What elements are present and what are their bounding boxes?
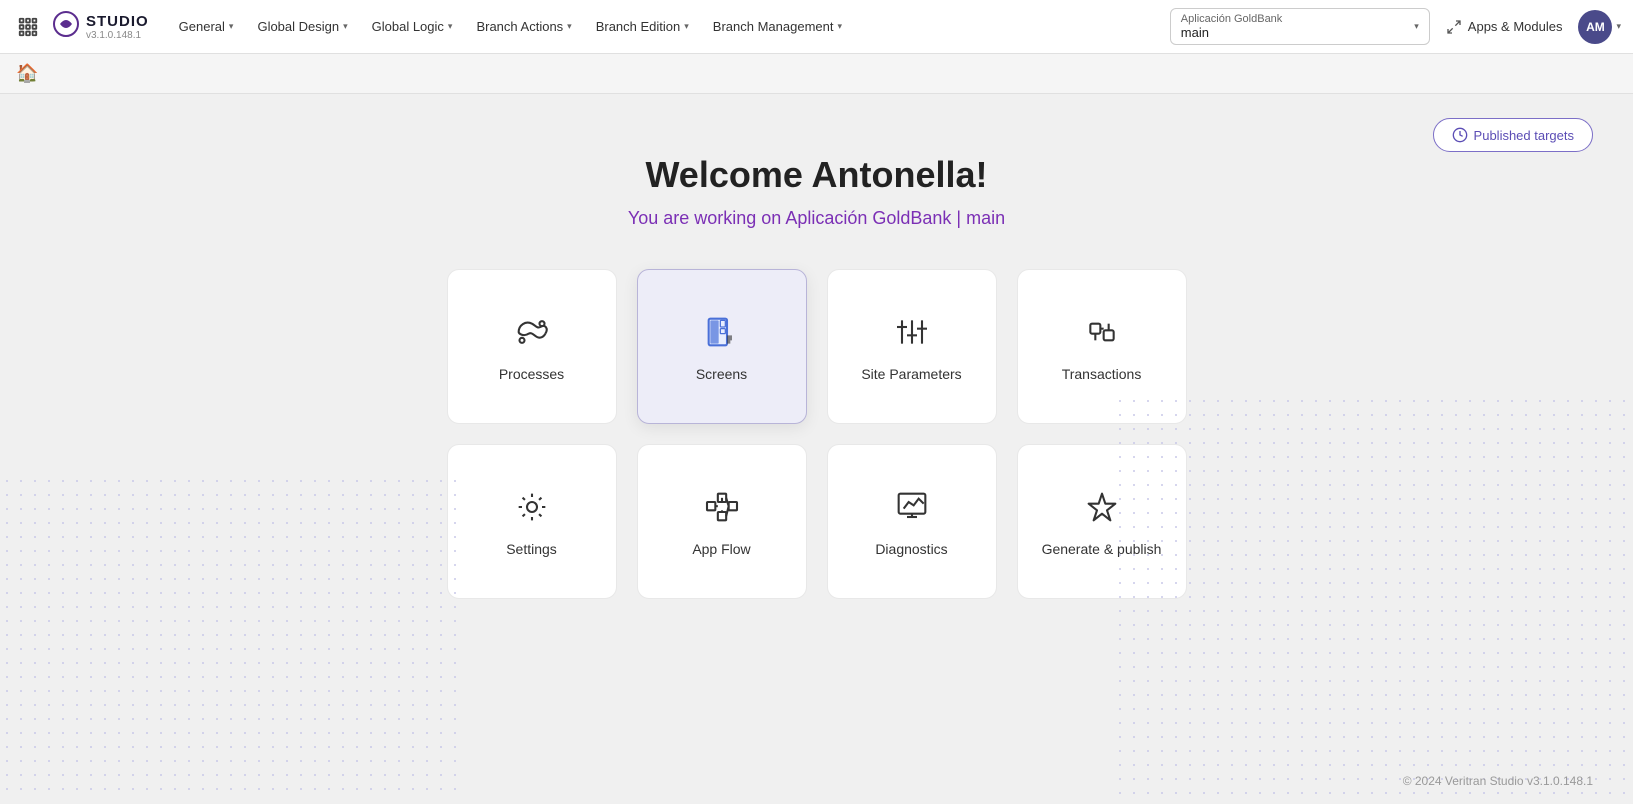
brand-version: v3.1.0.148.1 <box>86 30 149 41</box>
card-processes[interactable]: Processes <box>447 269 617 424</box>
nav-branch-management[interactable]: Branch Management ▾ <box>703 13 852 40</box>
site-parameters-icon <box>892 312 932 352</box>
chevron-down-icon: ▾ <box>837 21 842 32</box>
home-icon[interactable]: 🏠 <box>16 63 38 84</box>
navbar: STUDIO v3.1.0.148.1 General ▾ Global Des… <box>0 0 1633 54</box>
card-settings-label: Settings <box>506 541 557 557</box>
apps-modules-button[interactable]: Apps & Modules <box>1434 13 1575 41</box>
card-app-flow[interactable]: App Flow <box>637 444 807 599</box>
transactions-icon <box>1082 312 1122 352</box>
chevron-down-icon: ▾ <box>567 21 572 32</box>
nav-global-logic[interactable]: Global Logic ▾ <box>362 13 463 40</box>
brand-text: STUDIO v3.1.0.148.1 <box>86 13 149 41</box>
subbar: 🏠 <box>0 54 1633 94</box>
footer: © 2024 Veritran Studio v3.1.0.148.1 <box>1403 774 1593 788</box>
card-settings[interactable]: Settings <box>447 444 617 599</box>
dot-pattern-left <box>0 474 460 794</box>
nav-general[interactable]: General ▾ <box>169 13 244 40</box>
published-targets-button[interactable]: Published targets <box>1433 118 1593 152</box>
footer-text: © 2024 Veritran Studio v3.1.0.148.1 <box>1403 774 1593 788</box>
welcome-title: Welcome Antonella! <box>0 154 1633 196</box>
chevron-down-icon: ▾ <box>343 21 348 32</box>
app-flow-icon <box>702 487 742 527</box>
chevron-down-icon: ▾ <box>1414 21 1419 32</box>
card-site-parameters[interactable]: Site Parameters <box>827 269 997 424</box>
nav-global-design[interactable]: Global Design ▾ <box>247 13 357 40</box>
app-branch: main <box>1181 25 1408 40</box>
card-transactions-label: Transactions <box>1062 366 1142 382</box>
card-screens[interactable]: Screens <box>637 269 807 424</box>
welcome-subtitle: You are working on Aplicación GoldBank |… <box>0 208 1633 229</box>
chevron-down-icon: ▾ <box>448 21 453 32</box>
processes-icon <box>512 312 552 352</box>
screens-icon <box>702 312 742 352</box>
card-processes-label: Processes <box>499 366 564 382</box>
apps-modules-label: Apps & Modules <box>1468 19 1563 34</box>
chevron-down-icon: ▾ <box>684 21 689 32</box>
brand-logo <box>52 10 80 43</box>
card-diagnostics[interactable]: Diagnostics <box>827 444 997 599</box>
grid-menu-icon[interactable] <box>12 11 44 43</box>
card-app-flow-label: App Flow <box>692 541 750 557</box>
brand: STUDIO v3.1.0.148.1 <box>52 10 149 43</box>
card-screens-label: Screens <box>696 366 747 382</box>
published-targets-label: Published targets <box>1474 128 1574 143</box>
app-selector[interactable]: Aplicación GoldBank main ▾ <box>1170 8 1430 45</box>
card-diagnostics-label: Diagnostics <box>875 541 947 557</box>
welcome-section: Welcome Antonella! You are working on Ap… <box>0 94 1633 229</box>
brand-name: STUDIO <box>86 13 149 30</box>
card-site-parameters-label: Site Parameters <box>861 366 961 382</box>
main-content: Published targets Welcome Antonella! You… <box>0 94 1633 804</box>
user-menu-chevron[interactable]: ▾ <box>1616 21 1621 32</box>
user-avatar[interactable]: AM <box>1578 10 1612 44</box>
nav-branch-edition[interactable]: Branch Edition ▾ <box>586 13 699 40</box>
dot-pattern-right <box>1113 394 1633 804</box>
chevron-down-icon: ▾ <box>229 21 234 32</box>
settings-icon <box>512 487 552 527</box>
nav-branch-actions[interactable]: Branch Actions ▾ <box>466 13 581 40</box>
diagnostics-icon <box>892 487 932 527</box>
app-name: Aplicación GoldBank <box>1181 13 1408 25</box>
